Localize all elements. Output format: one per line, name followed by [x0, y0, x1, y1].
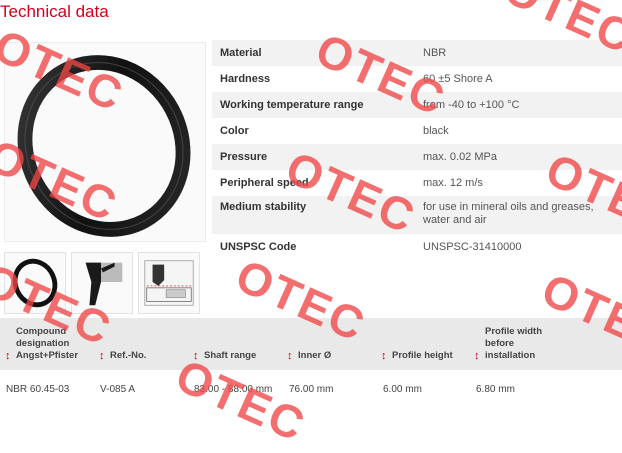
spec-value: for use in mineral oils and greases, wat…	[423, 201, 594, 226]
column-header-shaft-range[interactable]: ↕ Shaft range	[193, 350, 257, 362]
sort-arrows-icon[interactable]: ↕	[99, 350, 105, 362]
sort-arrows-icon[interactable]: ↕	[287, 350, 293, 362]
v-ring-seal-image	[17, 55, 191, 237]
header-line: before	[485, 338, 515, 349]
spec-label: Medium stability	[220, 201, 307, 213]
table-row[interactable]: NBR 60.45-03 V-085 A 83.00 - 88.00 mm 76…	[0, 370, 622, 400]
spec-row-hardness: Hardness 60 ±5 Shore A	[212, 66, 622, 92]
spec-label: Pressure	[220, 151, 268, 163]
column-header-compound[interactable]: ↕ Compound designation Angst+Pfister	[5, 326, 79, 362]
spec-label: Hardness	[220, 73, 271, 85]
column-header-profile-height[interactable]: ↕ Profile height	[381, 350, 453, 362]
spec-value: max. 0.02 MPa	[423, 151, 497, 163]
spec-value: UNSPSC-31410000	[423, 241, 522, 253]
column-header-ref-no[interactable]: ↕ Ref.-No.	[99, 350, 147, 362]
specifications-table: Material NBR Hardness 60 ±5 Shore A Work…	[212, 40, 622, 260]
spec-label: UNSPSC Code	[220, 241, 297, 253]
ring-thumbnail-icon	[12, 258, 58, 308]
thumbnail-profile[interactable]	[71, 252, 133, 314]
product-image[interactable]	[4, 42, 206, 242]
header-line: Inner Ø	[298, 350, 332, 361]
header-line: Profile height	[392, 350, 453, 361]
cell-shaft-range: 83.00 - 88.00 mm	[194, 384, 273, 395]
spec-row-color: Color black	[212, 118, 622, 144]
sort-arrows-icon[interactable]: ↕	[381, 350, 387, 362]
cell-compound: NBR 60.45-03	[6, 384, 70, 395]
spec-value: from -40 to +100 °C	[423, 99, 520, 111]
header-line: designation	[16, 338, 70, 349]
spec-value: max. 12 m/s	[423, 177, 483, 189]
profile-section-icon	[85, 262, 123, 306]
spec-label: Peripheral speed	[220, 177, 309, 189]
thumbnail-installation[interactable]	[138, 252, 200, 314]
compound-table-header: ↕ Compound designation Angst+Pfister ↕ R…	[0, 318, 622, 370]
installation-drawing-icon	[144, 260, 194, 306]
thumbnail-ring[interactable]	[4, 252, 66, 314]
spec-row-material: Material NBR	[212, 40, 622, 66]
cell-profile-height: 6.00 mm	[383, 384, 422, 395]
spec-row-speed: Peripheral speed max. 12 m/s	[212, 170, 622, 196]
spec-value: NBR	[423, 47, 447, 59]
spec-label: Material	[220, 47, 262, 59]
header-line: Profile width	[485, 326, 542, 337]
column-header-inner-diameter[interactable]: ↕ Inner Ø	[287, 350, 332, 362]
sort-arrows-icon[interactable]: ↕	[474, 350, 480, 362]
header-line: Angst+Pfister	[16, 350, 79, 361]
spec-value: 60 ±5 Shore A	[423, 73, 493, 85]
header-line: Shaft range	[204, 350, 257, 361]
cell-profile-width: 6.80 mm	[476, 384, 515, 395]
spec-row-unspsc: UNSPSC Code UNSPSC-31410000	[212, 234, 622, 260]
page-title: Technical data	[0, 2, 109, 21]
spec-label: Color	[220, 125, 249, 137]
cell-ref-no[interactable]: V-085 A	[100, 384, 135, 395]
spec-value: black	[423, 125, 449, 137]
spec-label: Working temperature range	[220, 99, 364, 111]
sort-arrows-icon[interactable]: ↕	[5, 350, 11, 362]
column-header-profile-width[interactable]: ↕ Profile width before installation	[474, 326, 542, 362]
header-line: installation	[485, 350, 536, 361]
cell-inner-diameter: 76.00 mm	[289, 384, 334, 395]
header-line: Compound	[16, 326, 67, 337]
sort-arrows-icon[interactable]: ↕	[193, 350, 199, 362]
spec-row-medium-stability: Medium stability for use in mineral oils…	[212, 196, 622, 234]
spec-row-temperature: Working temperature range from -40 to +1…	[212, 92, 622, 118]
spec-row-pressure: Pressure max. 0.02 MPa	[212, 144, 622, 170]
header-line: Ref.-No.	[110, 350, 147, 361]
